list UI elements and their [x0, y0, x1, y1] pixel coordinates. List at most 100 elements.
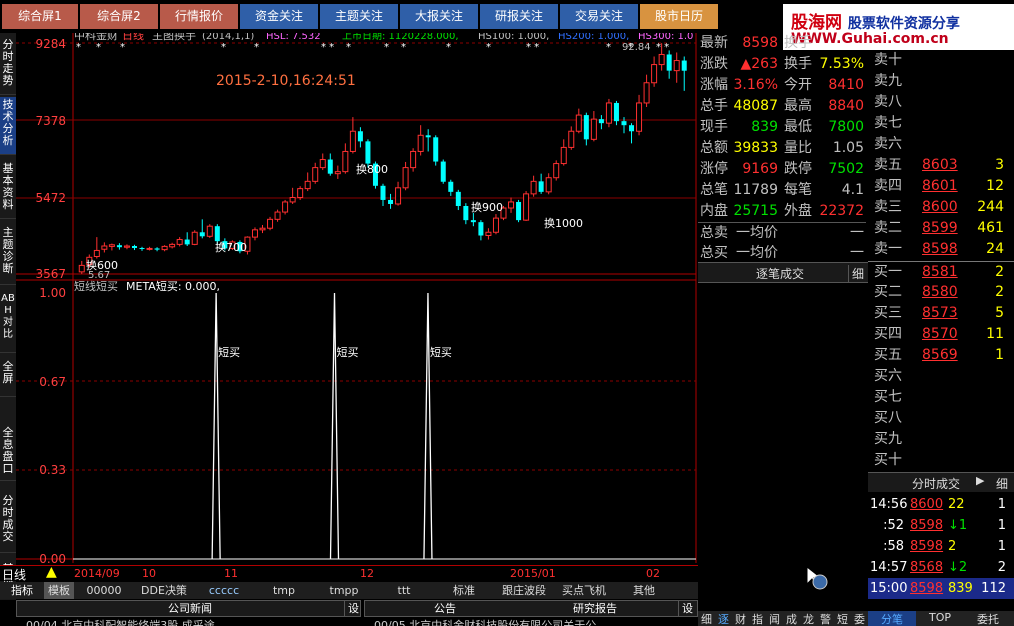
- tab-trade-focus[interactable]: 交易关注: [560, 4, 638, 29]
- tick-panel-tab[interactable]: TOP: [916, 611, 964, 624]
- candle-body: [349, 130, 356, 152]
- tick-panel-tab[interactable]: 委托: [964, 611, 1012, 626]
- right-panel-tab[interactable]: 指: [749, 611, 766, 626]
- sidebar-item-intraday[interactable]: 分时走势: [0, 37, 16, 95]
- ticks-detail-button[interactable]: 细: [996, 475, 1008, 492]
- right-panel-tab[interactable]: 财: [732, 611, 749, 626]
- candle-body: [455, 191, 461, 206]
- ask-level[interactable]: 卖九: [868, 71, 1014, 92]
- ask-level[interactable]: 卖六: [868, 134, 1014, 155]
- bid-level[interactable]: 买三 8573 5: [868, 303, 1014, 324]
- kline-chart-svg[interactable]: 9284 7378 5472 3567 中科金财 日线 主图换手 (2014,1…: [16, 28, 698, 573]
- candle-body: [357, 131, 363, 142]
- sidebar-item-technical[interactable]: 技术分析: [0, 97, 16, 155]
- right-panel-tab[interactable]: 龙: [800, 611, 817, 626]
- trades-detail-button[interactable]: 细: [848, 265, 864, 282]
- tab-market-calendar[interactable]: 股市日历: [640, 4, 718, 29]
- bid-level[interactable]: 买六: [868, 366, 1014, 387]
- candle-body: [274, 211, 281, 220]
- news-settings-button[interactable]: 设: [344, 600, 362, 617]
- right-tab-strip-2: 分笔 TOP 委托: [868, 611, 1014, 626]
- right-panel-tab[interactable]: 逐: [715, 611, 732, 626]
- formula-tab[interactable]: tmpp: [314, 582, 374, 599]
- right-panel-tab[interactable]: 警: [817, 611, 834, 626]
- news-item[interactable]: 00/04 北京中科配智能终端3股 成采途: [26, 617, 360, 626]
- kline-chart-area[interactable]: 9284 7378 5472 3567 中科金财 日线 主图换手 (2014,1…: [16, 28, 698, 573]
- stock-name: 中科金财: [74, 33, 118, 42]
- formula-tab[interactable]: 买点飞机: [554, 582, 614, 599]
- announcement-tab[interactable]: 公告: [400, 600, 490, 617]
- quote-label: 总买: [700, 245, 728, 261]
- sidebar-item-fullscreen[interactable]: 全屏: [0, 357, 16, 397]
- svg-text:* *: * *: [526, 42, 539, 53]
- ask-level[interactable]: 卖五 8603 3: [868, 155, 1014, 176]
- report-settings-button[interactable]: 设: [678, 600, 696, 617]
- period-button[interactable]: 日线: [2, 566, 26, 583]
- ask-level[interactable]: 卖十: [868, 50, 1014, 71]
- ask-level[interactable]: 卖七: [868, 113, 1014, 134]
- ask-level[interactable]: 卖四 8601 12: [868, 176, 1014, 197]
- formula-tab[interactable]: ttt: [374, 582, 434, 599]
- formula-tab[interactable]: tmp: [254, 582, 314, 599]
- bid-level[interactable]: 买二 8580 2: [868, 282, 1014, 303]
- bid-level[interactable]: 买五 8569 1: [868, 345, 1014, 366]
- candle-body: [613, 102, 619, 122]
- tab-theme-focus[interactable]: 主题关注: [320, 4, 398, 29]
- sidebar-item-depth[interactable]: 全息盘口: [0, 425, 16, 481]
- tab-report-focus[interactable]: 大报关注: [400, 4, 478, 29]
- ask-level[interactable]: 卖一 8598 24: [868, 239, 1014, 260]
- svg-text:*: *: [486, 42, 491, 53]
- svg-text:* *: * *: [321, 42, 334, 53]
- trades-title[interactable]: 逐笔成交: [756, 265, 804, 282]
- tab-fund-focus[interactable]: 资金关注: [240, 4, 318, 29]
- bid-level[interactable]: 买八: [868, 408, 1014, 429]
- tab-composite-1[interactable]: 综合屏1: [2, 4, 78, 29]
- formula-tab[interactable]: 模板: [44, 582, 74, 599]
- price-axis-label: 5472: [35, 191, 66, 205]
- bid-level[interactable]: 买十: [868, 450, 1014, 471]
- sidebar-item-trades[interactable]: 分时成交: [0, 491, 16, 553]
- quote-label: 总额: [700, 140, 728, 156]
- formula-tab[interactable]: 其他: [614, 582, 674, 599]
- tick-count: 112: [981, 581, 1006, 596]
- tick-price: 8600: [910, 497, 944, 512]
- sidebar-item-fundamentals[interactable]: 基本资料: [0, 159, 16, 219]
- quote-label-2: 换手: [784, 56, 812, 72]
- right-panel-tab[interactable]: 成: [783, 611, 800, 626]
- sidebar-item-abh-compare[interactable]: ABH对比: [0, 291, 16, 353]
- period-arrow-icon[interactable]: ▲: [46, 564, 57, 580]
- ask-level[interactable]: 卖三 8600 244: [868, 197, 1014, 218]
- ask-level[interactable]: 卖八: [868, 92, 1014, 113]
- candle-body: [123, 245, 130, 248]
- formula-tab[interactable]: 指标: [0, 582, 44, 599]
- ask-level[interactable]: 卖二 8599 461: [868, 218, 1014, 239]
- play-icon[interactable]: ▶: [976, 474, 984, 487]
- ticks-list: 14:56 8600 22 1:52 8598 ↓1 1:58 8598 2 1 14:57 8568…: [868, 494, 1014, 624]
- bid-level[interactable]: 买四 8570 11: [868, 324, 1014, 345]
- formula-tab[interactable]: 跟庄波段: [494, 582, 554, 599]
- formula-tab[interactable]: 标准: [434, 582, 494, 599]
- tab-research-focus[interactable]: 研报关注: [480, 4, 558, 29]
- right-panel-tab[interactable]: 闻: [766, 611, 783, 626]
- tab-composite-2[interactable]: 综合屏2: [80, 4, 158, 29]
- ask-price: 8598: [922, 241, 958, 257]
- formula-tab[interactable]: DDE决策: [134, 582, 194, 599]
- bid-level[interactable]: 买九: [868, 429, 1014, 450]
- right-panel-tab[interactable]: 短: [834, 611, 851, 626]
- right-panel-tab[interactable]: 细: [698, 611, 715, 626]
- formula-tab[interactable]: ccccc: [194, 582, 254, 599]
- company-news-tab[interactable]: 公司新闻: [120, 600, 260, 617]
- tick-panel-tab[interactable]: 分笔: [868, 611, 916, 626]
- bid-level[interactable]: 买一 8581 2: [868, 261, 1014, 282]
- ask-qty: 3: [995, 157, 1004, 173]
- ticks-title[interactable]: 分时成交: [912, 475, 960, 492]
- research-report-tab[interactable]: 研究报告: [550, 600, 640, 617]
- bid-label: 买五: [874, 347, 902, 363]
- candle-body: [433, 137, 439, 162]
- bid-level[interactable]: 买七: [868, 387, 1014, 408]
- formula-tab[interactable]: 00000: [74, 582, 134, 599]
- right-panel-tab[interactable]: 委: [851, 611, 868, 626]
- announcement-item[interactable]: 00/05 北京中科金财科技股份有限公司关于公: [374, 617, 694, 626]
- tab-quotes[interactable]: 行情报价: [160, 4, 238, 29]
- sidebar-item-diagnosis[interactable]: 主题诊断: [0, 223, 16, 285]
